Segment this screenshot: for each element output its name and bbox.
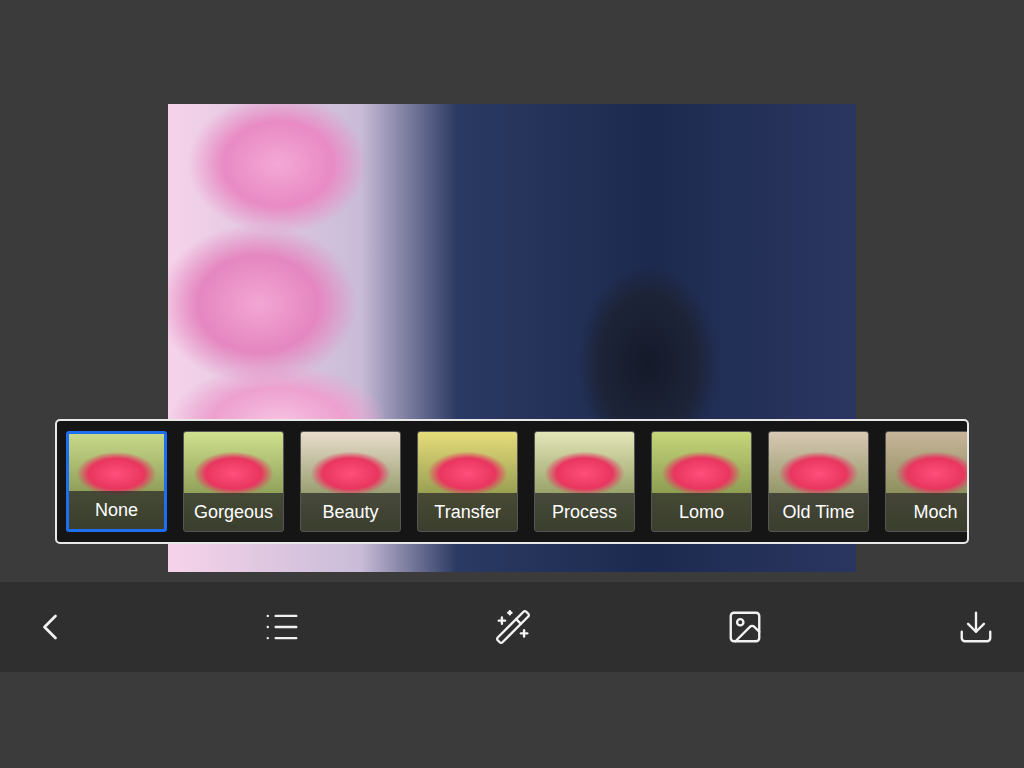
filter-thumbnail[interactable]: Gorgeous [183,431,284,532]
effects-icon [494,608,532,646]
filter-label: Beauty [301,493,400,531]
filter-thumbnail[interactable]: Old Time [768,431,869,532]
image-button[interactable] [723,605,767,649]
photo-editor: None Gorgeous Beauty Transfer Process Lomo Old… [0,0,1024,768]
filter-label: Process [535,493,634,531]
filter-thumbnail[interactable]: Transfer [417,431,518,532]
filter-thumbnail[interactable]: Process [534,431,635,532]
image-icon [726,608,764,646]
filter-label: None [69,491,164,529]
editor-stage: None Gorgeous Beauty Transfer Process Lomo Old… [0,0,1024,582]
filter-strip[interactable]: None Gorgeous Beauty Transfer Process Lomo Old… [55,419,969,544]
filter-label: Transfer [418,493,517,531]
download-icon [957,608,995,646]
filter-thumbnail[interactable]: Beauty [300,431,401,532]
filter-label: Lomo [652,493,751,531]
download-button[interactable] [954,605,998,649]
filter-label: Gorgeous [184,493,283,531]
back-icon [28,605,72,649]
list-button[interactable] [260,605,304,649]
bottom-toolbar [0,582,1024,672]
filter-thumbnail[interactable]: None [66,431,167,532]
filter-label: Old Time [769,493,868,531]
filter-thumbnail[interactable]: Moch [885,431,969,532]
list-icon [263,608,301,646]
back-button[interactable] [28,605,72,649]
filter-label: Moch [886,493,969,531]
filter-thumbnail[interactable]: Lomo [651,431,752,532]
effects-button[interactable] [491,605,535,649]
